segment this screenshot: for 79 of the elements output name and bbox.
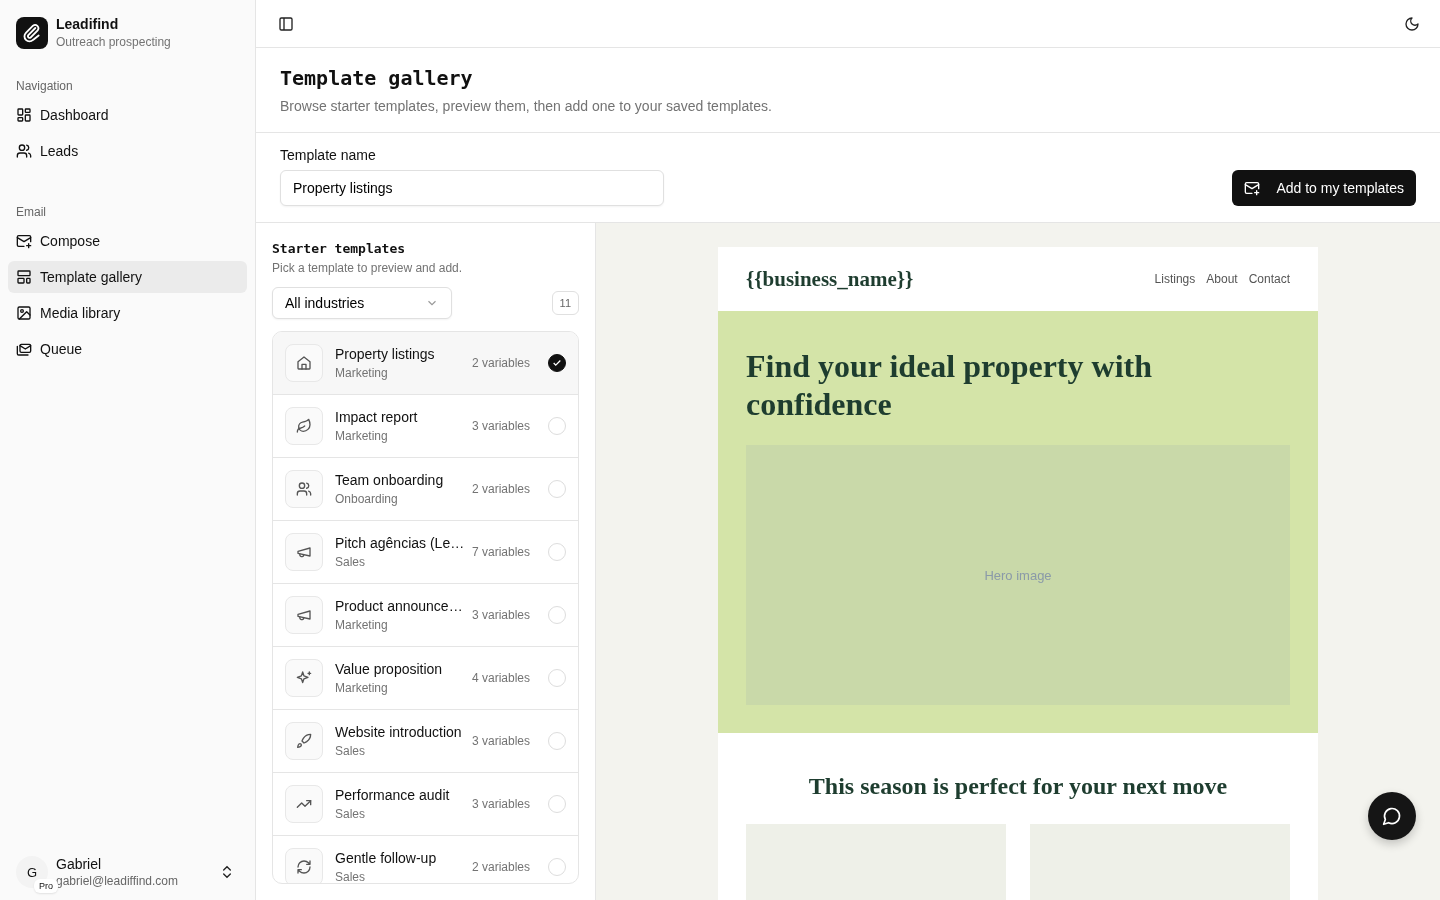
template-item[interactable]: Impact report Marketing 3 variables <box>273 395 578 458</box>
template-name: Team onboarding <box>335 472 445 488</box>
image-label: Hero image <box>984 567 1052 583</box>
template-name: Product announce… <box>335 598 460 614</box>
page-title: Template gallery <box>280 66 474 90</box>
email-nav-link[interactable]: About <box>1206 272 1238 286</box>
variable-count: 3 variables <box>471 608 530 622</box>
section-title: Starter templates <box>272 241 407 256</box>
mail-stack-icon <box>16 341 32 357</box>
mail-plus-icon <box>16 233 32 249</box>
people-icon <box>16 143 32 159</box>
template-category: Onboarding <box>335 492 399 506</box>
sidebar-item[interactable]: Compose <box>8 225 247 257</box>
sidebar-item[interactable]: Queue <box>8 333 247 365</box>
template-category: Sales <box>335 870 367 883</box>
variable-count: 2 variables <box>471 482 530 496</box>
template-category: Marketing <box>335 618 389 632</box>
sidebar-item[interactable]: Leads <box>8 135 247 167</box>
check-icon <box>552 358 562 368</box>
email-nav-link[interactable]: Listings <box>1154 272 1196 286</box>
sidebar-item[interactable]: Dashboard <box>8 99 247 131</box>
refresh-icon <box>296 859 312 875</box>
user-name: Gabriel <box>56 856 103 872</box>
section-heading: This season is perfect for your next move <box>807 773 1229 800</box>
field-label: Template name <box>280 147 377 163</box>
business-name: {{business_name}} <box>746 266 914 292</box>
email-nav-link[interactable]: Contact <box>1248 272 1290 286</box>
template-category: Sales <box>335 744 367 758</box>
template-category: Marketing <box>335 366 389 380</box>
template-item[interactable]: Property listings Marketing 2 variables <box>273 332 578 395</box>
template-name: Value proposition <box>335 661 444 677</box>
template-category: Sales <box>335 555 367 569</box>
people-icon <box>296 481 312 497</box>
sidebar-item[interactable]: Media library <box>8 297 247 329</box>
layout-icon <box>16 269 32 285</box>
template-name: Website introduction <box>335 724 460 740</box>
megaphone-icon <box>296 607 312 623</box>
template-name-field[interactable]: Property listings <box>280 170 664 206</box>
template-name: Impact report <box>335 409 419 425</box>
leaf-icon <box>296 418 312 434</box>
section-subtitle: Pick a template to preview and add. <box>272 261 464 275</box>
template-item[interactable]: Gentle follow-up Sales 2 variables <box>273 836 578 883</box>
variable-count: 3 variables <box>471 797 530 811</box>
megaphone-icon <box>296 544 312 560</box>
user-email: gabriel@leadiffind.com <box>56 874 179 888</box>
template-category: Marketing <box>335 429 389 443</box>
nav-group-label: Email <box>15 205 47 219</box>
app-tagline: Outreach prospecting <box>56 35 171 49</box>
template-name: Gentle follow-up <box>335 850 438 866</box>
house-icon <box>296 355 312 371</box>
variable-count: 3 variables <box>471 734 530 748</box>
add-button[interactable]: Add to my templates <box>1232 170 1416 206</box>
template-item[interactable]: Performance audit Sales 3 variables <box>273 773 578 836</box>
template-name: Property listings <box>335 346 436 362</box>
grid-icon <box>16 107 32 123</box>
chat-bubble-icon <box>1382 806 1402 826</box>
app-logo <box>16 16 48 49</box>
template-category: Marketing <box>335 681 389 695</box>
rocket-icon <box>296 733 312 749</box>
variable-count: 2 variables <box>471 356 530 370</box>
page-subtitle: Browse starter templates, preview them, then add one to your saved templates. <box>280 98 773 114</box>
template-item[interactable]: Team onboarding Onboarding 2 variables <box>273 458 578 521</box>
radio-button[interactable] <box>548 354 566 372</box>
mail-plus-icon <box>1244 180 1261 196</box>
sidebar-item[interactable]: Template gallery <box>8 261 247 293</box>
nav-group-label: Navigation <box>15 79 74 93</box>
hero-title: Find your ideal property with confidence <box>746 347 1153 423</box>
variable-count: 3 variables <box>471 419 530 433</box>
template-item[interactable]: Value proposition Marketing 4 variables <box>273 647 578 710</box>
variable-count: 7 variables <box>471 545 530 559</box>
variable-count: 2 variables <box>471 860 530 874</box>
template-name: Performance audit <box>335 787 451 803</box>
app-name: Leadifind <box>56 16 120 32</box>
variable-count: 4 variables <box>471 671 530 685</box>
template-count: 11 <box>551 291 579 315</box>
sparkles-icon <box>296 670 312 686</box>
template-category: Sales <box>335 807 367 821</box>
image-icon <box>16 305 32 321</box>
industry-select[interactable]: All industries <box>272 287 452 319</box>
